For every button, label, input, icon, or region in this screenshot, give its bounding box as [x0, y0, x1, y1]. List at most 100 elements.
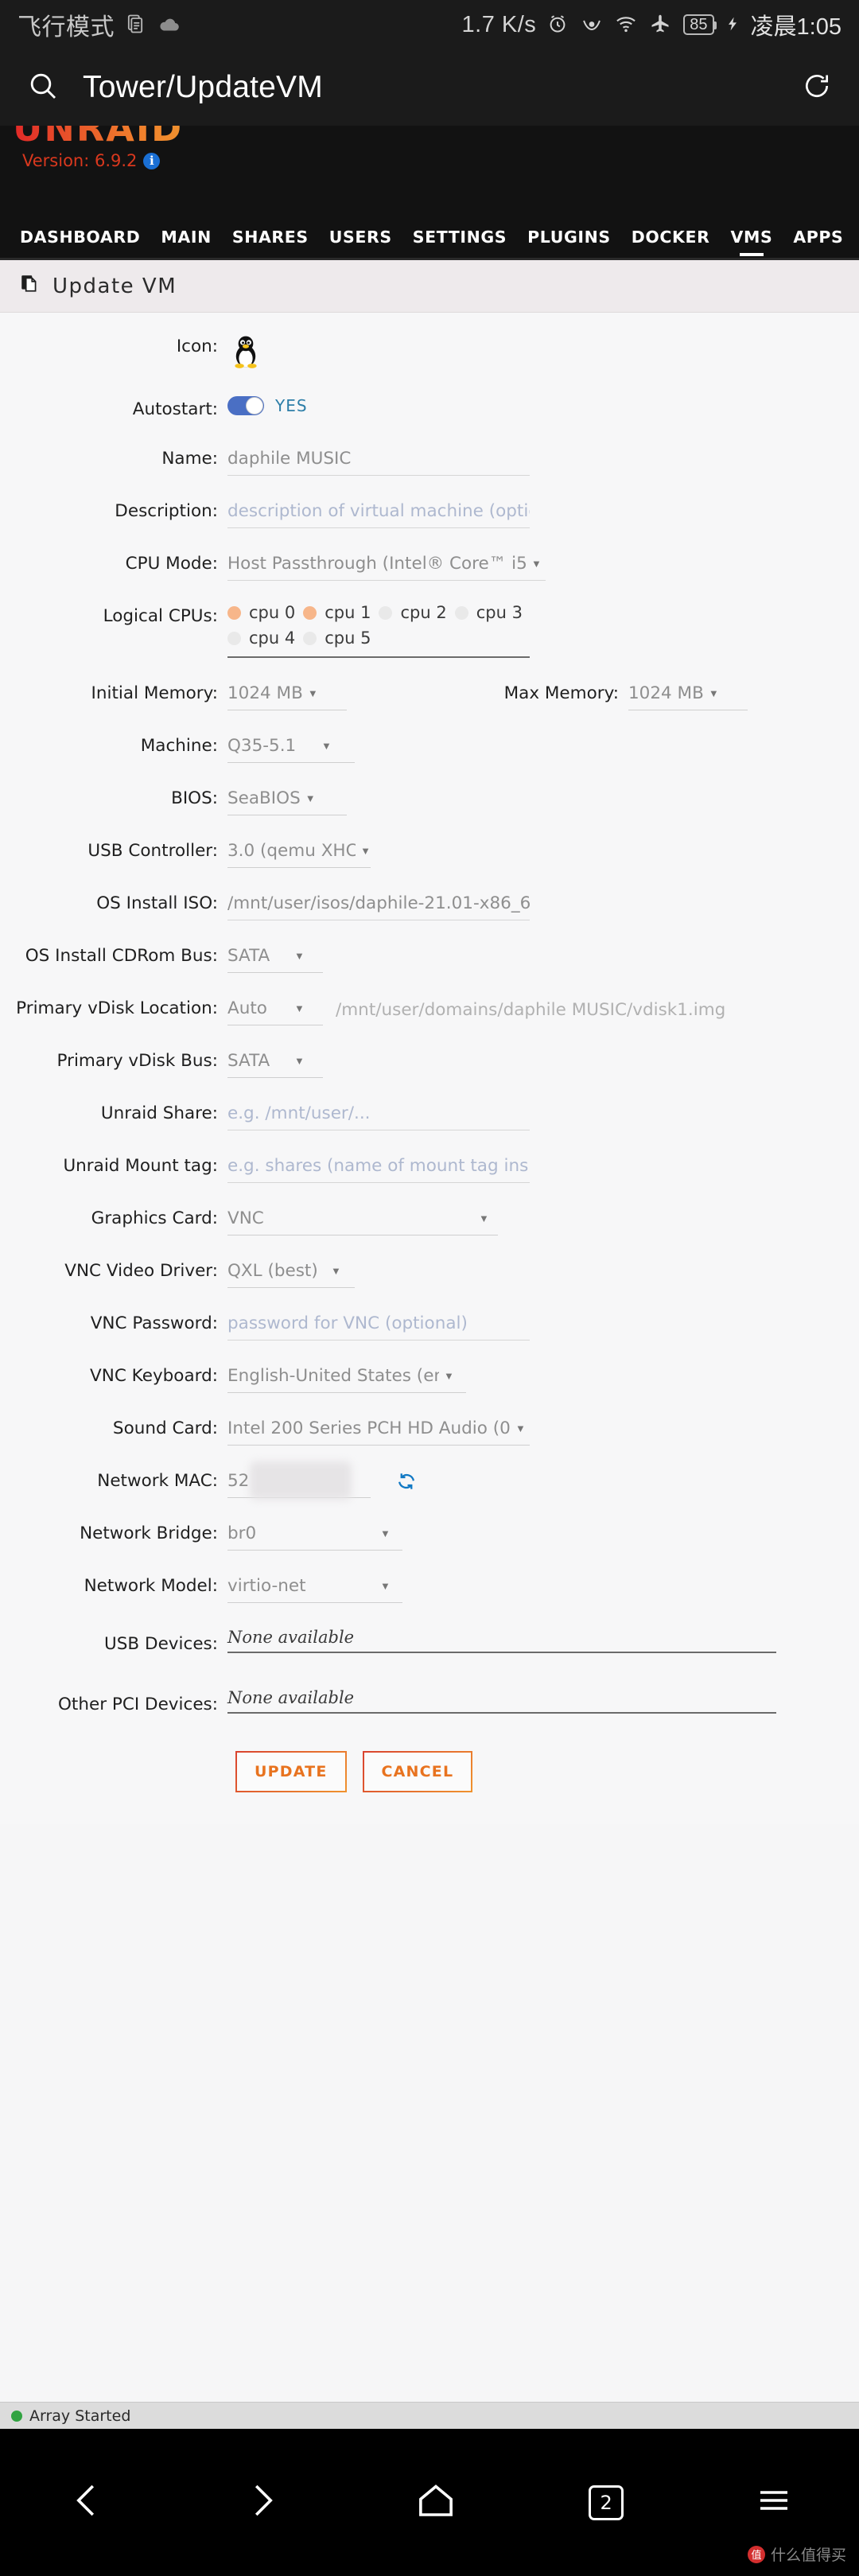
reload-icon[interactable] — [802, 71, 832, 105]
network-mac-field[interactable]: 52 — [227, 1461, 859, 1500]
tux-penguin-icon[interactable] — [227, 336, 264, 373]
cancel-button[interactable]: CANCEL — [362, 1751, 473, 1792]
chevron-down-icon[interactable]: ▼ — [709, 680, 719, 707]
cpu-checkbox-grid[interactable]: cpu 0 cpu 1 cpu 2 cpu 3 cpu 4 cpu 5 — [227, 603, 538, 654]
recents-button[interactable]: 2 — [589, 2485, 624, 2520]
network-bridge-select-value[interactable]: br0 — [227, 1520, 375, 1547]
checkbox-icon[interactable] — [227, 631, 241, 645]
name-input[interactable]: daphile MUSIC — [227, 446, 530, 473]
name-field[interactable]: daphile MUSIC — [227, 446, 859, 476]
autostart-field[interactable]: YES — [227, 396, 859, 415]
unraid-mount-tag-field[interactable]: e.g. shares (name of mount tag inside v — [227, 1153, 859, 1183]
os-install-iso-input[interactable]: /mnt/user/isos/daphile-21.01-x86_64. — [227, 890, 530, 917]
chevron-down-icon[interactable]: ▼ — [531, 551, 542, 578]
nav-tab-apps[interactable]: APPS — [783, 228, 853, 258]
max-memory-field[interactable]: 1024 MB ▼ — [628, 680, 859, 710]
vnc-video-driver-field[interactable]: QXL (best) ▼ — [227, 1258, 859, 1288]
unraid-share-input[interactable]: e.g. /mnt/user/... — [227, 1100, 530, 1127]
initial-memory-select-value[interactable]: 1024 MB — [227, 680, 303, 707]
checkbox-icon[interactable] — [454, 605, 468, 620]
vnc-keyboard-select-value[interactable]: English-United States (en-us) — [227, 1363, 439, 1390]
graphics-card-field[interactable]: VNC ▼ — [227, 1205, 859, 1235]
os-install-cdrom-bus-field[interactable]: SATA ▼ — [227, 943, 859, 973]
icon-field[interactable] — [227, 333, 859, 374]
nav-tab-plugins[interactable]: PLUGINS — [517, 228, 621, 258]
network-bridge-field[interactable]: br0 ▼ — [227, 1520, 859, 1551]
network-model-select-value[interactable]: virtio-net — [227, 1573, 375, 1600]
chevron-down-icon[interactable]: ▼ — [294, 995, 305, 1022]
nav-tab-settings[interactable]: SETTINGS — [402, 228, 517, 258]
nav-tab-docker[interactable]: DOCKER — [621, 228, 721, 258]
home-icon[interactable] — [414, 2479, 457, 2526]
forward-chevron-icon[interactable] — [240, 2479, 283, 2526]
cpu-checkbox-2[interactable]: cpu 2 — [379, 603, 447, 622]
primary-vdisk-location-field[interactable]: Auto ▼ /mnt/user/domains/daphile MUSIC/v… — [227, 995, 859, 1025]
bios-select-value[interactable]: SeaBIOS — [227, 785, 301, 812]
chevron-down-icon[interactable]: ▼ — [444, 1363, 454, 1390]
network-model-field[interactable]: virtio-net ▼ — [227, 1573, 859, 1603]
checkbox-icon[interactable] — [303, 631, 317, 645]
main-nav[interactable]: DASHBOARD MAIN SHARES USERS SETTINGS PLU… — [0, 212, 859, 258]
usb-controller-field[interactable]: 3.0 (qemu XHCI) ▼ — [227, 838, 859, 868]
cpu-checkbox-4[interactable]: cpu 4 — [227, 628, 295, 648]
cpu-checkbox-5[interactable]: cpu 5 — [303, 628, 371, 648]
nav-tab-dashboard[interactable]: DASHBOARD — [10, 228, 150, 258]
graphics-card-select-value[interactable]: VNC — [227, 1205, 474, 1232]
refresh-icon[interactable] — [396, 1471, 417, 1496]
machine-select-value[interactable]: Q35-5.1 — [227, 733, 317, 760]
description-input[interactable]: description of virtual machine (optional — [227, 498, 530, 525]
search-icon[interactable] — [27, 70, 59, 106]
max-memory-select-value[interactable]: 1024 MB — [628, 680, 704, 707]
vnc-video-driver-select-value[interactable]: QXL (best) — [227, 1258, 326, 1285]
primary-vdisk-location-select-value[interactable]: Auto — [227, 995, 290, 1022]
cpu-checkbox-1[interactable]: cpu 1 — [303, 603, 371, 622]
usb-controller-select-value[interactable]: 3.0 (qemu XHCI) — [227, 838, 356, 865]
chevron-down-icon[interactable]: ▼ — [380, 1573, 391, 1600]
chevron-down-icon[interactable]: ▼ — [305, 785, 316, 812]
sound-card-field[interactable]: Intel 200 Series PCH HD Audio (00:1f.3 ▼ — [227, 1415, 859, 1446]
unraid-logo[interactable]: UNRAID — [11, 126, 846, 146]
network-mac-input-wrap[interactable]: 52 — [227, 1461, 371, 1500]
chevron-down-icon[interactable]: ▼ — [308, 680, 318, 707]
nav-tab-tools[interactable]: TOOLS — [853, 228, 859, 258]
android-nav-bar[interactable]: 2 值 什么值得买 — [0, 2429, 859, 2576]
menu-icon[interactable] — [755, 2481, 793, 2523]
chevron-down-icon[interactable]: ▼ — [331, 1258, 341, 1285]
primary-vdisk-bus-select-value[interactable]: SATA — [227, 1048, 290, 1075]
cpu-mode-field[interactable]: Host Passthrough (Intel® Core™ i5-860( ▼ — [227, 551, 859, 581]
nav-tab-users[interactable]: USERS — [319, 228, 402, 258]
logical-cpus-field[interactable]: cpu 0 cpu 1 cpu 2 cpu 3 cpu 4 cpu 5 — [227, 603, 859, 658]
chevron-down-icon[interactable]: ▼ — [360, 838, 371, 865]
chevron-down-icon[interactable]: ▼ — [479, 1205, 489, 1232]
description-field[interactable]: description of virtual machine (optional — [227, 498, 859, 528]
checkbox-icon[interactable] — [303, 605, 317, 620]
vnc-password-input[interactable]: password for VNC (optional) — [227, 1310, 530, 1337]
nav-tab-vms[interactable]: VMS — [720, 228, 783, 258]
chevron-down-icon[interactable]: ▼ — [294, 943, 305, 970]
sound-card-select-value[interactable]: Intel 200 Series PCH HD Audio (00:1f.3 — [227, 1415, 511, 1442]
vnc-password-field[interactable]: password for VNC (optional) — [227, 1310, 859, 1341]
network-mac-input[interactable]: 52 — [227, 1468, 371, 1495]
cpu-checkbox-3[interactable]: cpu 3 — [454, 603, 523, 622]
chevron-down-icon[interactable]: ▼ — [515, 1415, 526, 1442]
nav-tab-main[interactable]: MAIN — [150, 228, 221, 258]
autostart-toggle[interactable] — [227, 396, 264, 415]
chevron-down-icon[interactable]: ▼ — [380, 1520, 391, 1547]
info-icon[interactable]: i — [143, 152, 161, 169]
bios-field[interactable]: SeaBIOS ▼ — [227, 785, 859, 815]
os-install-cdrom-bus-select-value[interactable]: SATA — [227, 943, 290, 970]
cpu-mode-select-value[interactable]: Host Passthrough (Intel® Core™ i5-860( — [227, 551, 527, 578]
initial-memory-field[interactable]: 1024 MB ▼ — [227, 680, 453, 710]
checkbox-icon[interactable] — [379, 605, 393, 620]
checkbox-icon[interactable] — [227, 605, 241, 620]
chevron-down-icon[interactable]: ▼ — [294, 1048, 305, 1075]
chevron-down-icon[interactable]: ▼ — [321, 733, 332, 760]
unraid-share-field[interactable]: e.g. /mnt/user/... — [227, 1100, 859, 1130]
machine-field[interactable]: Q35-5.1 ▼ — [227, 733, 859, 763]
unraid-mount-tag-input[interactable]: e.g. shares (name of mount tag inside v — [227, 1153, 530, 1180]
cpu-checkbox-0[interactable]: cpu 0 — [227, 603, 295, 622]
nav-tab-shares[interactable]: SHARES — [222, 228, 319, 258]
vnc-keyboard-field[interactable]: English-United States (en-us) ▼ — [227, 1363, 859, 1393]
os-install-iso-field[interactable]: /mnt/user/isos/daphile-21.01-x86_64. — [227, 890, 859, 920]
update-button[interactable]: UPDATE — [235, 1751, 347, 1792]
